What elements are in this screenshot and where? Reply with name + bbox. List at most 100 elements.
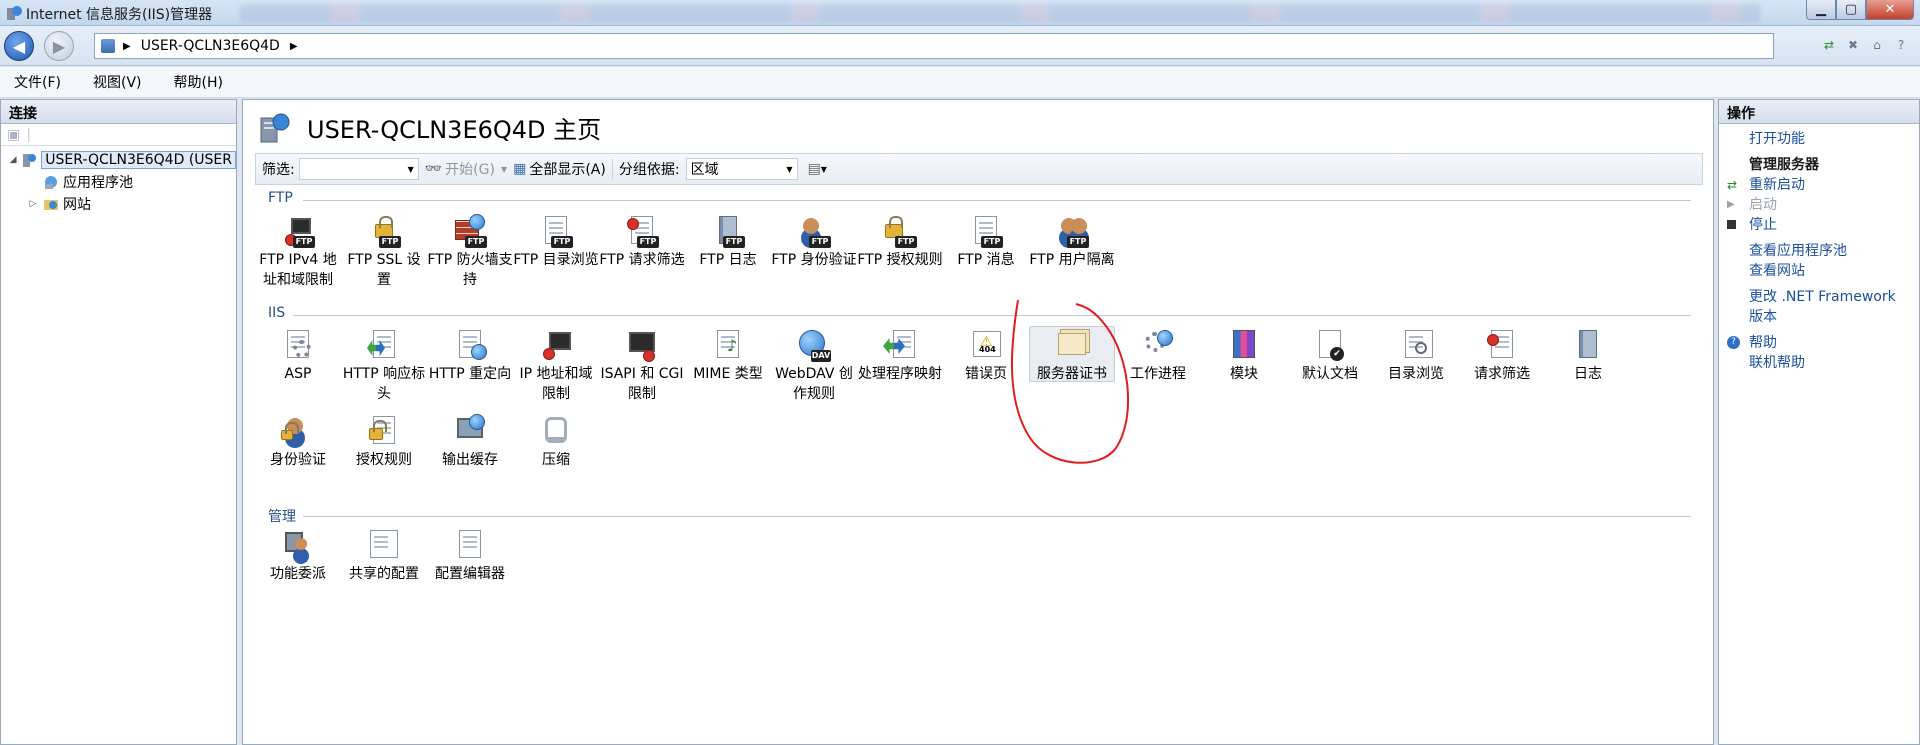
- error-page-icon: 404: [969, 328, 1003, 362]
- feature-webdav[interactable]: DAV WebDAV 创作规则: [771, 328, 857, 404]
- connections-toolbar: ▣ |: [1, 124, 236, 146]
- log-icon: [1571, 328, 1605, 362]
- feature-authentication[interactable]: 身份验证: [255, 414, 341, 470]
- back-button[interactable]: ◀: [4, 31, 34, 61]
- filter-input[interactable]: ▼: [298, 158, 419, 180]
- maximize-button[interactable]: ▢: [1836, 0, 1866, 20]
- connections-tree: ◢ USER-QCLN3E6Q4D (USER 应用程序池 ▷ 网站: [1, 146, 236, 215]
- action-open-feature[interactable]: 打开功能: [1719, 129, 1919, 149]
- feature-ftp-user-isolation[interactable]: FTP FTP 用户隔离: [1029, 214, 1115, 270]
- feature-error-pages[interactable]: 404 错误页: [943, 328, 1029, 384]
- ftp-auth-icon: FTP: [797, 214, 831, 248]
- view-mode-button[interactable]: ▤ ▼: [808, 161, 827, 177]
- expand-icon[interactable]: ▷: [27, 199, 39, 209]
- restart-icon: ⇄: [1727, 178, 1738, 192]
- feature-default-document[interactable]: 默认文档: [1287, 328, 1373, 384]
- address-bar[interactable]: ▶ USER-QCLN3E6Q4D ▶: [94, 33, 1774, 59]
- page-title: USER-QCLN3E6Q4D 主页: [257, 110, 601, 145]
- group-by-label: 分组依据:: [618, 162, 680, 178]
- start-filter-button[interactable]: 👓 开始(G) ▼: [425, 159, 507, 179]
- close-button[interactable]: ✕: [1866, 0, 1914, 20]
- forward-button[interactable]: ▶: [44, 31, 74, 61]
- section-management: 管理: [268, 509, 296, 525]
- menu-view[interactable]: 视图(V): [87, 70, 148, 94]
- feature-compression[interactable]: 压缩: [513, 414, 599, 470]
- menu-bar: 文件(F) 视图(V) 帮助(H): [0, 67, 1920, 98]
- ftp-user-isolation-icon: FTP: [1055, 214, 1089, 248]
- feature-logging[interactable]: 日志: [1545, 328, 1631, 384]
- feature-delegation[interactable]: 功能委派: [255, 528, 341, 584]
- feature-ftp-authz[interactable]: FTP FTP 授权规则: [857, 214, 943, 270]
- feature-ftp-messages[interactable]: FTP FTP 消息: [943, 214, 1029, 270]
- blurred-taskbar-region: [240, 4, 1760, 22]
- breadcrumb-chevron-icon[interactable]: ▶: [290, 41, 298, 52]
- feature-ip-domain-restriction[interactable]: IP 地址和域限制: [513, 328, 599, 404]
- shared-config-icon: [367, 528, 401, 562]
- feature-directory-browsing[interactable]: 目录浏览: [1373, 328, 1459, 384]
- menu-file[interactable]: 文件(F): [8, 70, 67, 94]
- actions-manage-server-heading: 管理服务器: [1749, 157, 1819, 173]
- tree-label-sites[interactable]: 网站: [63, 194, 91, 214]
- tree-node-app-pools[interactable]: 应用程序池: [1, 171, 236, 193]
- action-online-help[interactable]: 联机帮助: [1719, 353, 1919, 373]
- tree-label-server[interactable]: USER-QCLN3E6Q4D (USER: [41, 151, 236, 169]
- feature-request-filtering[interactable]: 请求筛选: [1459, 328, 1545, 384]
- page-title-text: USER-QCLN3E6Q4D 主页: [307, 116, 602, 144]
- feature-ftp-firewall[interactable]: FTP FTP 防火墙支持: [427, 214, 513, 290]
- ftp-log-icon: FTP: [711, 214, 745, 248]
- connect-icon[interactable]: ▣: [7, 127, 20, 143]
- stop-icon[interactable]: ✖: [1844, 36, 1862, 54]
- show-all-button[interactable]: ▦ 全部显示(A): [513, 159, 606, 179]
- feature-modules[interactable]: 模块: [1201, 328, 1287, 384]
- feature-mime-types[interactable]: ♪ MIME 类型: [685, 328, 771, 384]
- certificate-icon: [1055, 328, 1089, 362]
- feature-authorization[interactable]: 授权规则: [341, 414, 427, 470]
- action-stop[interactable]: 停止: [1719, 215, 1919, 235]
- tree-node-sites[interactable]: ▷ 网站: [1, 193, 236, 215]
- feature-isapi-cgi[interactable]: ISAPI 和 CGI 限制: [599, 328, 685, 404]
- action-help[interactable]: ? 帮助: [1719, 333, 1919, 353]
- feature-configuration-editor[interactable]: 配置编辑器: [427, 528, 513, 584]
- minimize-button[interactable]: ▁: [1806, 0, 1836, 20]
- section-divider: [293, 315, 1691, 316]
- group-by-select[interactable]: 区域 ▼: [685, 158, 798, 180]
- home-icon[interactable]: ⌂: [1868, 36, 1886, 54]
- menu-help[interactable]: 帮助(H): [168, 70, 229, 94]
- action-view-app-pools[interactable]: 查看应用程序池: [1719, 241, 1919, 261]
- filter-label: 筛选:: [262, 162, 295, 178]
- feature-ftp-ssl[interactable]: FTP FTP SSL 设置: [341, 214, 427, 290]
- feature-server-certificates[interactable]: 服务器证书: [1029, 326, 1115, 384]
- action-change-framework-version[interactable]: 版本: [1719, 307, 1919, 327]
- feature-ftp-log[interactable]: FTP FTP 日志: [685, 214, 771, 270]
- feature-worker-processes[interactable]: 工作进程: [1115, 328, 1201, 384]
- feature-http-response-headers[interactable]: HTTP 响应标头: [341, 328, 427, 404]
- action-change-framework[interactable]: 更改 .NET Framework: [1719, 287, 1919, 307]
- feature-shared-configuration[interactable]: 共享的配置: [341, 528, 427, 584]
- action-view-sites[interactable]: 查看网站: [1719, 261, 1919, 281]
- ftp-firewall-icon: FTP: [453, 214, 487, 248]
- asp-icon: [281, 328, 315, 362]
- feature-ftp-auth[interactable]: FTP FTP 身份验证: [771, 214, 857, 270]
- section-ftp: FTP: [268, 190, 293, 206]
- feature-handler-mappings[interactable]: 处理程序映射: [857, 328, 943, 384]
- ftp-ssl-lock-icon: FTP: [367, 214, 401, 248]
- filter-toolbar: 筛选: ▼ 👓 开始(G) ▼ ▦ 全部显示(A) 分组依据: 区域 ▼ ▤ ▼: [255, 153, 1703, 185]
- tree-node-server[interactable]: ◢ USER-QCLN3E6Q4D (USER: [1, 149, 236, 171]
- feature-ftp-request-filter[interactable]: FTP FTP 请求筛选: [599, 214, 685, 270]
- binoculars-icon: 👓: [424, 161, 443, 177]
- feature-ftp-ipv4[interactable]: FTP FTP IPv4 地址和域限制: [255, 214, 341, 290]
- compression-icon: [539, 414, 573, 448]
- feature-ftp-dir-browse[interactable]: FTP FTP 目录浏览: [513, 214, 599, 270]
- breadcrumb-server[interactable]: USER-QCLN3E6Q4D: [141, 38, 280, 54]
- feature-asp[interactable]: ASP: [255, 328, 341, 384]
- action-start[interactable]: ▶ 启动: [1719, 195, 1919, 215]
- refresh-icon[interactable]: ⇄: [1820, 36, 1838, 54]
- feature-output-caching[interactable]: 输出缓存: [427, 414, 513, 470]
- feature-http-redirect[interactable]: HTTP 重定向: [427, 328, 513, 384]
- collapse-icon[interactable]: ◢: [9, 155, 17, 165]
- breadcrumb-chevron-icon[interactable]: ▶: [123, 41, 131, 52]
- help-icon[interactable]: ?: [1892, 36, 1910, 54]
- tree-label-app-pools[interactable]: 应用程序池: [63, 172, 133, 192]
- server-icon: [21, 152, 37, 168]
- action-restart[interactable]: ⇄ 重新启动: [1719, 175, 1919, 195]
